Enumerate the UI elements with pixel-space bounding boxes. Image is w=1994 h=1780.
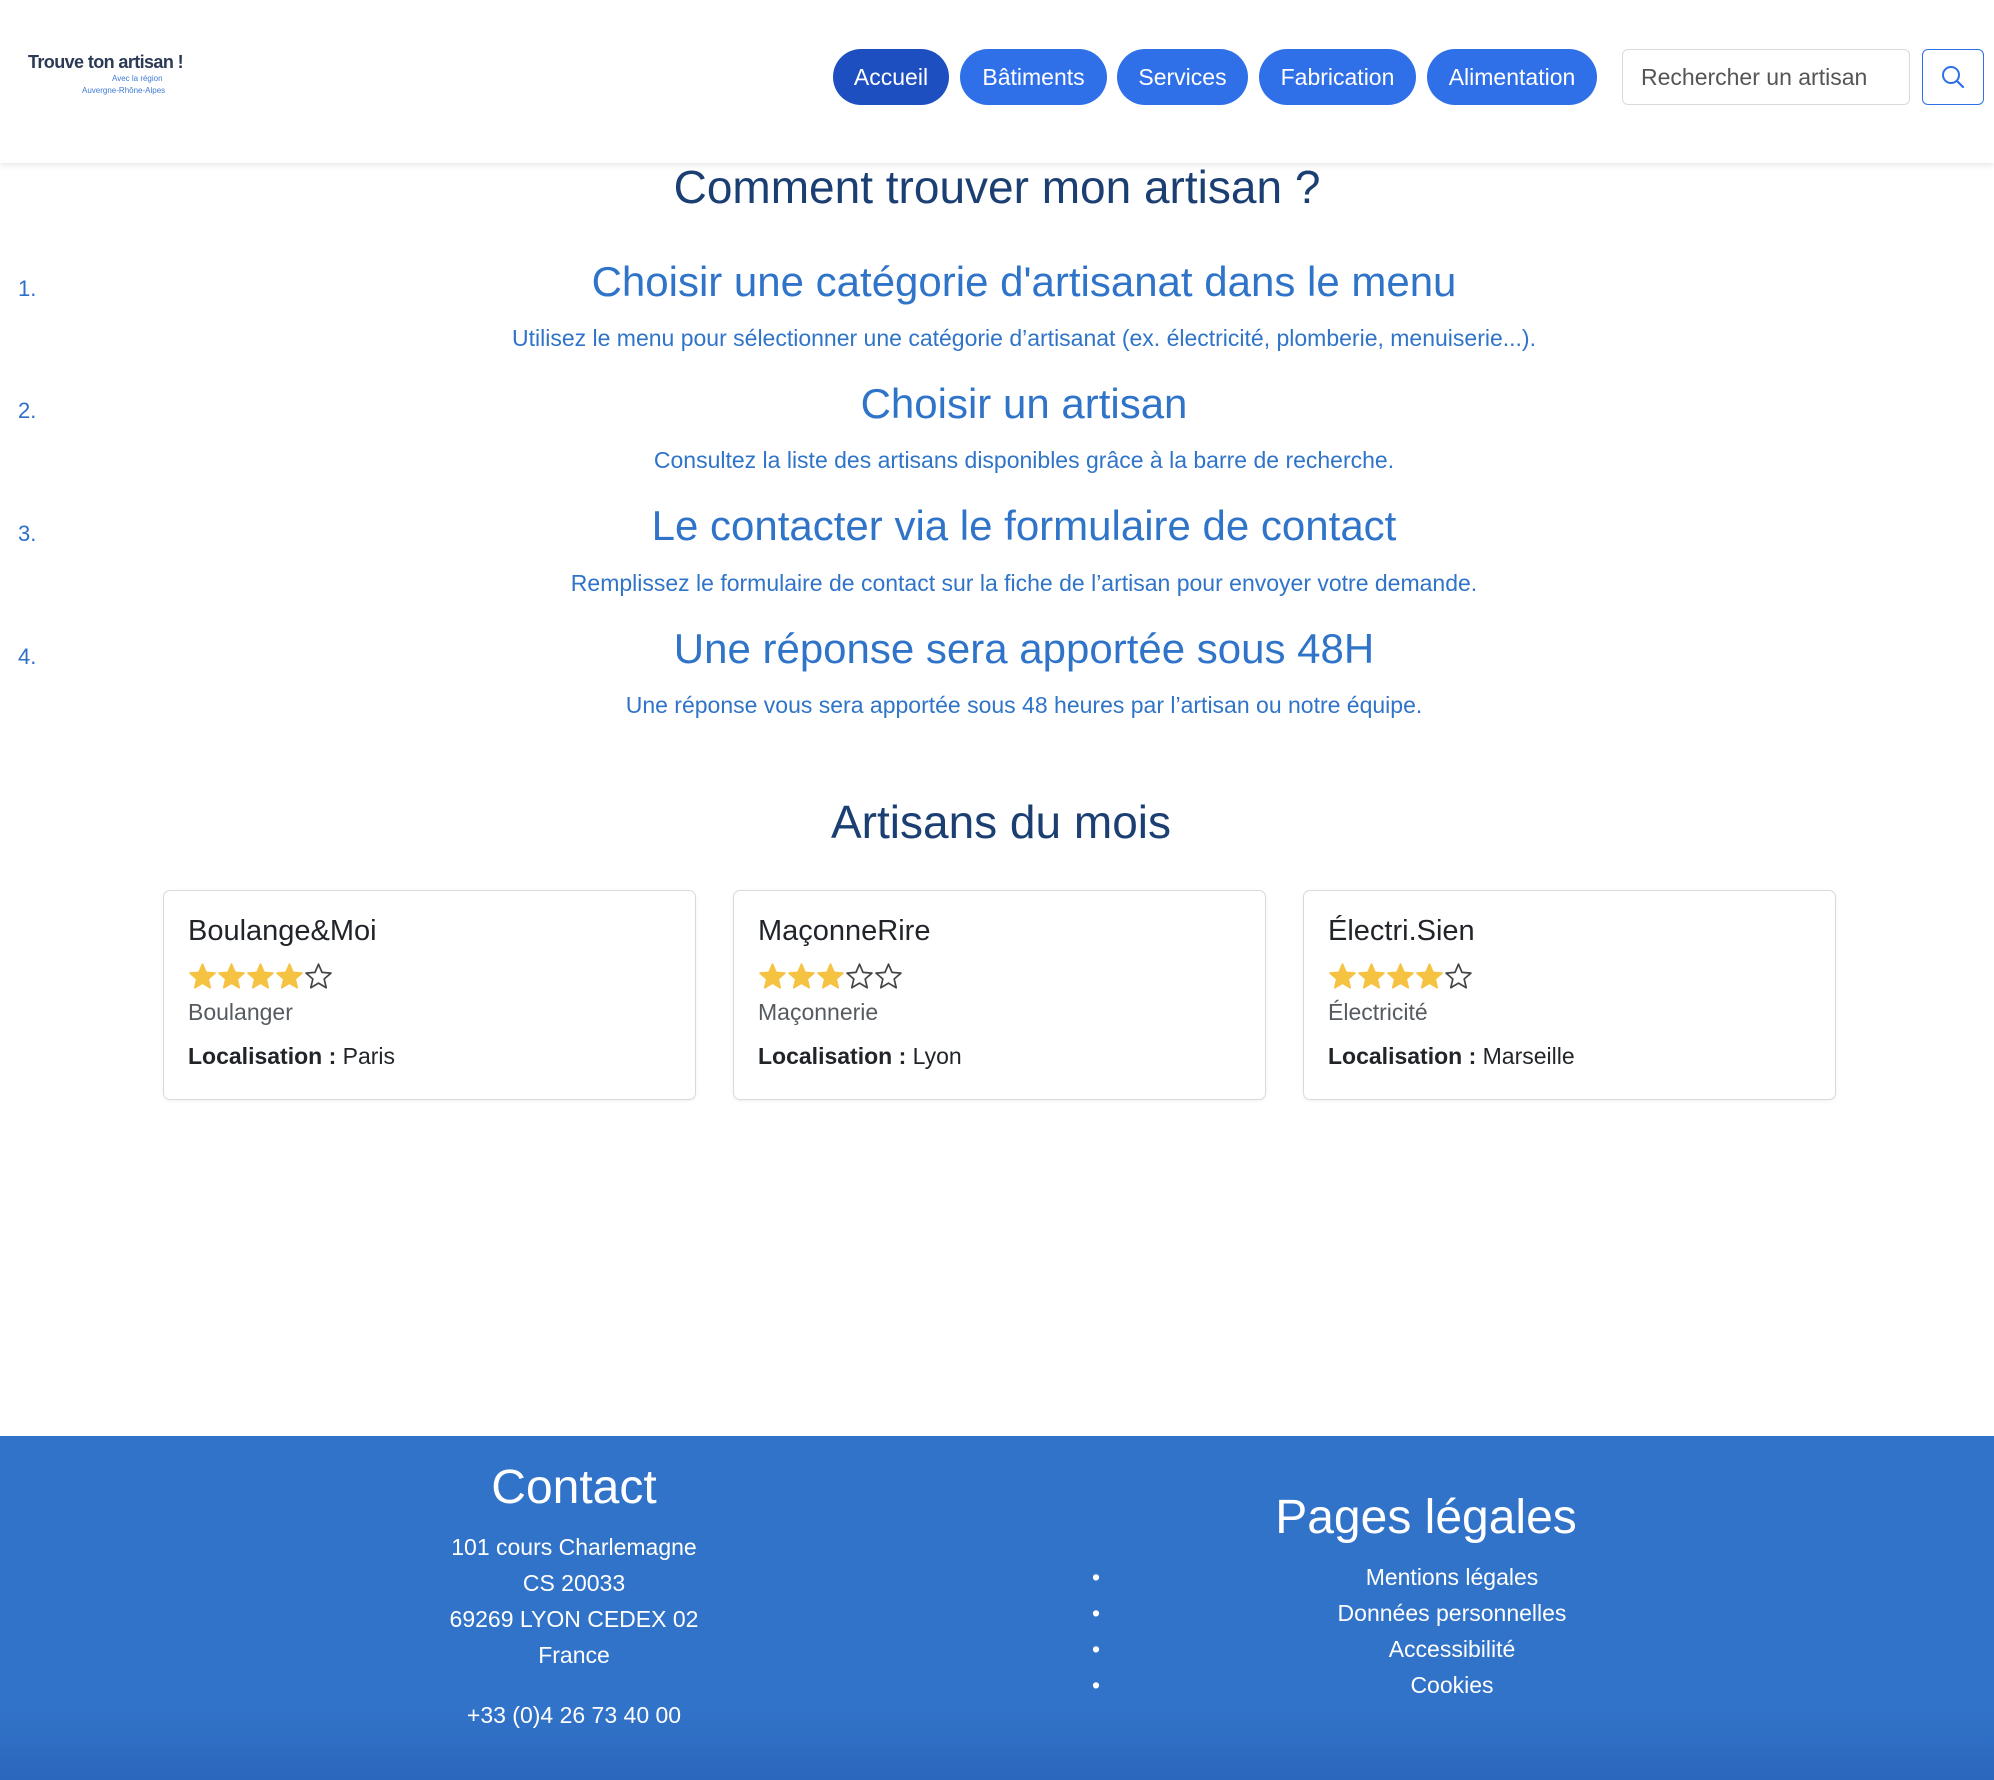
star-filled-icon	[788, 963, 815, 989]
nav-item-alimentation[interactable]: Alimentation	[1427, 49, 1597, 105]
star-filled-icon	[817, 963, 844, 989]
artisan-location: Localisation : Lyon	[758, 1043, 962, 1070]
location-label: Localisation :	[188, 1043, 337, 1069]
step-description: Une réponse vous sera apportée sous 48 h…	[625, 692, 1423, 718]
logo-title: Trouve ton artisan !	[28, 52, 184, 72]
address-line: CS 20033	[522, 1570, 626, 1596]
location-value: Lyon	[912, 1043, 962, 1069]
link-accessibilite[interactable]: Accessibilité	[1092, 1636, 1812, 1663]
legal-title: Pages légales	[1275, 1491, 1577, 1544]
star-filled-icon	[1358, 963, 1385, 989]
step-title: Choisir un artisan	[860, 380, 1188, 427]
rating-stars	[188, 962, 333, 992]
nav-item-accueil[interactable]: Accueil	[833, 49, 949, 105]
artisan-card[interactable]: Boulange&Moi Boulanger Localisation : Pa…	[163, 890, 696, 1100]
step-title: Une réponse sera apportée sous 48H	[673, 625, 1375, 672]
artisan-category: Électricité	[1328, 999, 1428, 1025]
search-input[interactable]	[1622, 49, 1910, 105]
section-title: Artisans du mois	[830, 796, 1171, 848]
rating-stars	[1328, 962, 1473, 992]
step-description: Remplissez le formulaire de contact sur …	[570, 570, 1478, 596]
step-title: Choisir une catégorie d'artisanat dans l…	[591, 258, 1457, 305]
logo[interactable]: Trouve ton artisan ! Avec la région Auve…	[28, 52, 184, 104]
location-label: Localisation :	[758, 1043, 907, 1069]
legal-list-item: • Accessibilité	[1092, 1636, 1812, 1672]
star-filled-icon	[759, 963, 786, 989]
site-footer: Contact 101 cours Charlemagne CS 20033 6…	[0, 1436, 1994, 1780]
star-filled-icon	[247, 963, 274, 989]
phone-number[interactable]: +33 (0)4 26 73 40 00	[0, 1702, 1148, 1729]
location-value: Marseille	[1482, 1043, 1575, 1069]
nav-item-fabrication[interactable]: Fabrication	[1259, 49, 1416, 105]
link-cookies[interactable]: Cookies	[1092, 1672, 1812, 1699]
address-line: 69269 LYON CEDEX 02	[449, 1606, 699, 1632]
star-empty-icon	[1445, 963, 1472, 989]
location-label: Localisation :	[1328, 1043, 1477, 1069]
star-filled-icon	[1416, 963, 1443, 989]
nav-item-services[interactable]: Services	[1117, 49, 1248, 105]
rating-stars	[758, 962, 903, 992]
star-filled-icon	[1329, 963, 1356, 989]
legal-list-item: • Mentions légales	[1092, 1564, 1812, 1600]
star-filled-icon	[218, 963, 245, 989]
link-donnees-personnelles[interactable]: Données personnelles	[1092, 1600, 1812, 1627]
step-description: Consultez la liste des artisans disponib…	[653, 447, 1395, 473]
logo-subtitle: Avec la région	[112, 74, 163, 83]
star-filled-icon	[276, 963, 303, 989]
legal-list-item: • Cookies	[1092, 1672, 1812, 1708]
nav-item-batiments[interactable]: Bâtiments	[960, 49, 1107, 105]
star-filled-icon	[1387, 963, 1414, 989]
artisan-name: Électri.Sien	[1328, 915, 1475, 947]
artisan-card[interactable]: Électri.Sien Électricité Localisation : …	[1303, 890, 1836, 1100]
star-empty-icon	[875, 963, 902, 989]
star-filled-icon	[189, 963, 216, 989]
search-button[interactable]	[1922, 49, 1984, 105]
location-value: Paris	[342, 1043, 396, 1069]
step-title: Le contacter via le formulaire de contac…	[651, 502, 1397, 549]
logo-region: Auvergne-Rhône-Alpes	[82, 86, 166, 95]
star-empty-icon	[846, 963, 873, 989]
link-mentions-legales[interactable]: Mentions légales	[1092, 1564, 1812, 1591]
artisan-name: Boulange&Moi	[188, 915, 377, 947]
artisan-card[interactable]: MaçonneRire Maçonnerie Localisation : Ly…	[733, 890, 1266, 1100]
artisan-category: Maçonnerie	[758, 999, 879, 1025]
star-empty-icon	[305, 963, 332, 989]
artisan-location: Localisation : Paris	[188, 1043, 395, 1070]
legal-list-item: • Données personnelles	[1092, 1600, 1812, 1636]
search-icon	[1942, 66, 1965, 89]
site-header: Trouve ton artisan ! Avec la région Auve…	[0, 0, 1994, 163]
address-line: France	[538, 1642, 610, 1668]
artisan-location: Localisation : Marseille	[1328, 1043, 1575, 1070]
artisan-name: MaçonneRire	[758, 915, 931, 947]
artisan-category: Boulanger	[188, 999, 293, 1025]
page-title: Comment trouver mon artisan ?	[673, 161, 1321, 213]
step-description: Utilisez le menu pour sélectionner une c…	[512, 325, 1536, 351]
